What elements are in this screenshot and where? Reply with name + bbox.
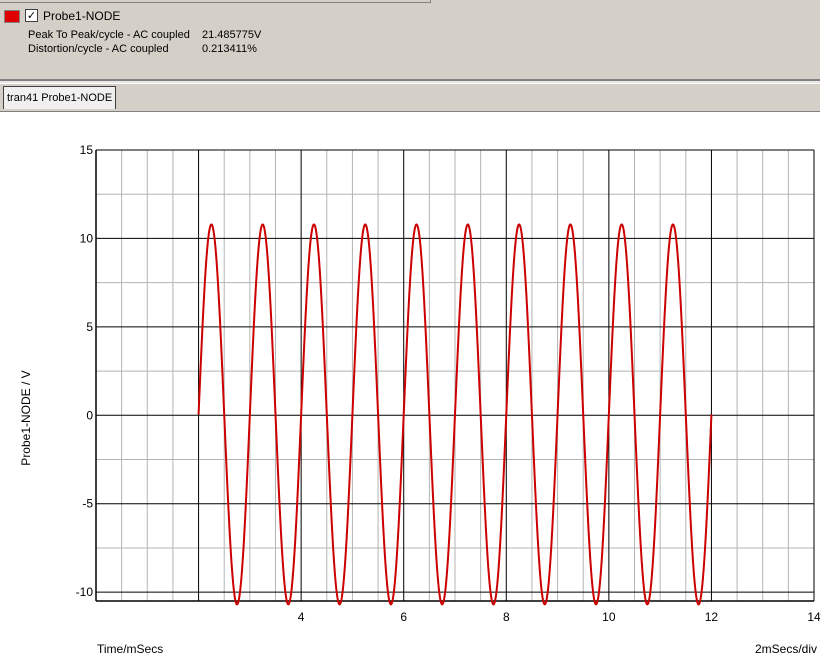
probe-name-label: Probe1-NODE <box>43 9 121 23</box>
graph-tab-bar: tran41 Probe1-NODE <box>0 84 820 112</box>
x-tick-label: 10 <box>602 610 616 624</box>
x-tick-label: 8 <box>503 610 510 624</box>
x-axis-label: Time/mSecs <box>97 642 163 656</box>
time-scale-label: 2mSecs/div <box>755 642 817 656</box>
measurement-label: Distortion/cycle - AC coupled <box>28 43 169 55</box>
panel-top-border <box>0 0 430 3</box>
y-tick-label: 0 <box>86 408 93 422</box>
probe-visible-checkbox[interactable]: ✓ <box>25 9 38 22</box>
panel-top-notch <box>430 0 431 3</box>
x-tick-label: 4 <box>298 610 305 624</box>
tab-tran41-probe1-node[interactable]: tran41 Probe1-NODE <box>3 86 117 109</box>
measurement-value: 21.485775V <box>202 29 262 41</box>
x-tick-label: 6 <box>400 610 407 624</box>
probe-info-panel: ✓ Probe1-NODE Peak To Peak/cycle - AC co… <box>0 0 820 80</box>
y-tick-label: 10 <box>80 231 94 245</box>
measurement-value: 0.213411% <box>202 43 257 55</box>
y-tick-label: -5 <box>82 497 93 511</box>
y-tick-label: 15 <box>80 143 94 157</box>
y-tick-label: 5 <box>86 320 93 334</box>
waveform-chart: 15 10 5 0 -5 -10 4 6 8 10 12 14 Probe1-NODE / V Tim… <box>19 143 820 656</box>
x-tick-label: 12 <box>705 610 719 624</box>
panel-splitter[interactable] <box>0 80 820 83</box>
y-axis-label: Probe1-NODE / V <box>19 370 33 465</box>
measurement-label: Peak To Peak/cycle - AC coupled <box>28 29 190 41</box>
y-tick-label: -10 <box>76 585 94 599</box>
x-tick-label: 14 <box>807 610 820 624</box>
probe-color-swatch[interactable] <box>4 10 20 23</box>
